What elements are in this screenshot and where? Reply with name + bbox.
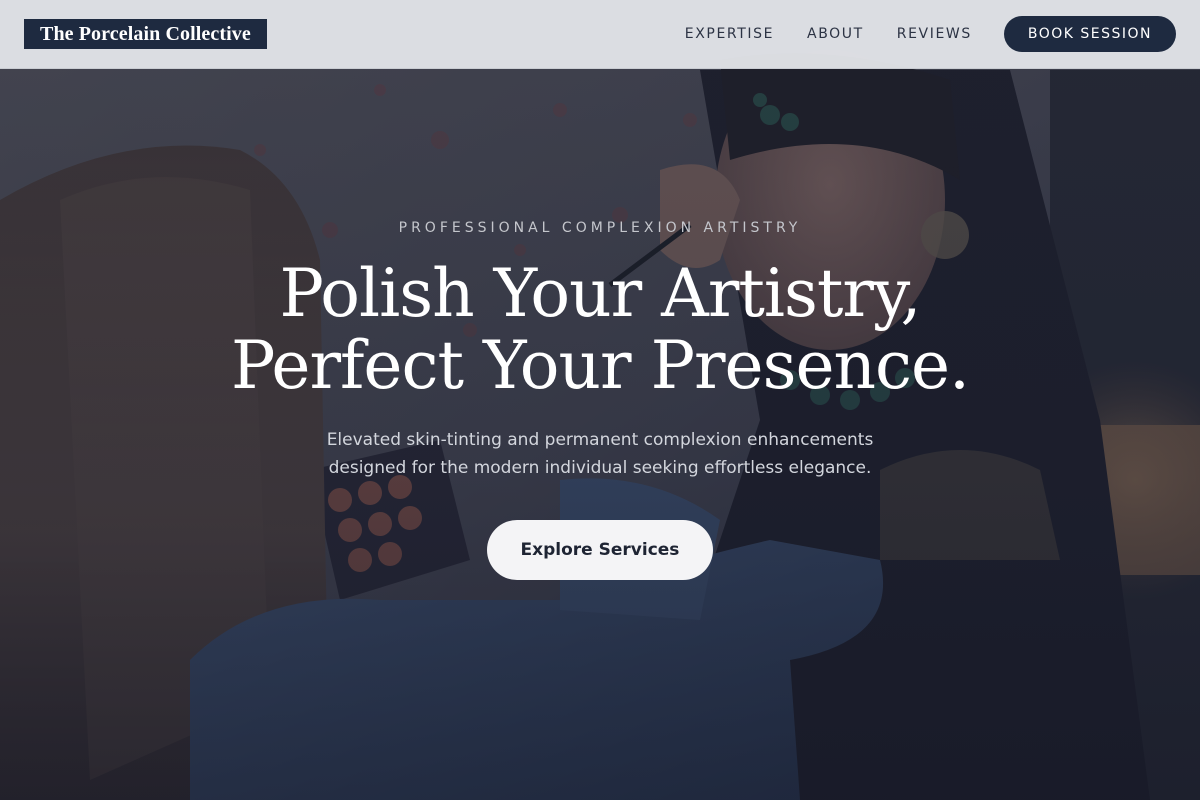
hero-eyebrow: PROFESSIONAL COMPLEXION ARTISTRY (398, 220, 802, 236)
brand-logo[interactable]: The Porcelain Collective (24, 19, 267, 49)
hero-subtext: Elevated skin-tinting and permanent comp… (326, 430, 874, 478)
top-navbar: The Porcelain Collective EXPERTISE ABOUT… (0, 0, 1200, 69)
explore-services-button[interactable]: Explore Services (487, 520, 713, 580)
nav-menu: EXPERTISE ABOUT REVIEWS BOOK SESSION (685, 16, 1176, 52)
nav-link-about[interactable]: ABOUT (807, 26, 864, 42)
nav-link-reviews[interactable]: REVIEWS (897, 26, 972, 42)
book-session-button[interactable]: BOOK SESSION (1003, 16, 1176, 52)
hero-headline-line1: Polish Your Artistry, (279, 255, 922, 332)
hero-headline-line2: Perfect Your Presence. (230, 327, 970, 404)
nav-link-expertise[interactable]: EXPERTISE (685, 26, 774, 42)
hero-headline: Polish Your Artistry, Perfect Your Prese… (0, 258, 1200, 402)
hero-content: PROFESSIONAL COMPLEXION ARTISTRY Polish … (0, 0, 1200, 800)
